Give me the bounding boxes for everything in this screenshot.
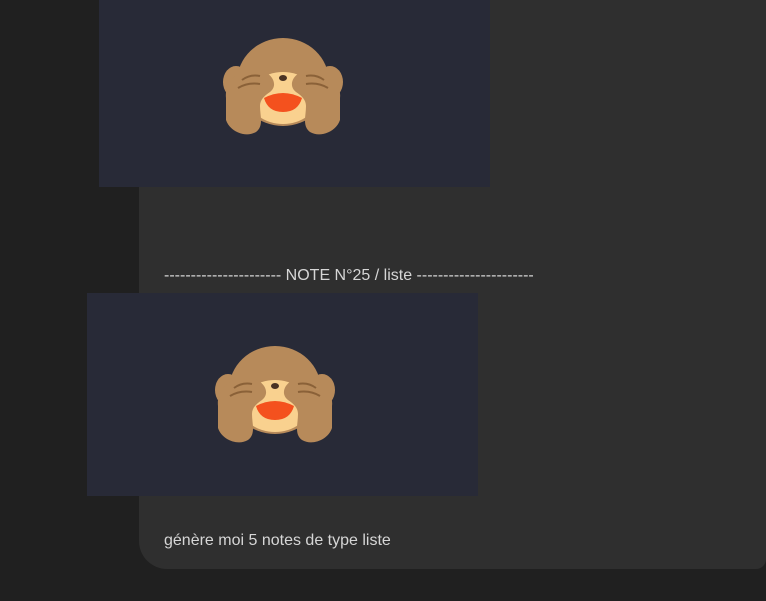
see-no-evil-monkey-icon bbox=[212, 344, 338, 448]
prompt-text: génère moi 5 notes de type liste bbox=[164, 532, 391, 549]
note-separator: ---------------------- NOTE N°25 / liste… bbox=[164, 267, 534, 284]
see-no-evil-monkey-icon bbox=[220, 36, 346, 140]
